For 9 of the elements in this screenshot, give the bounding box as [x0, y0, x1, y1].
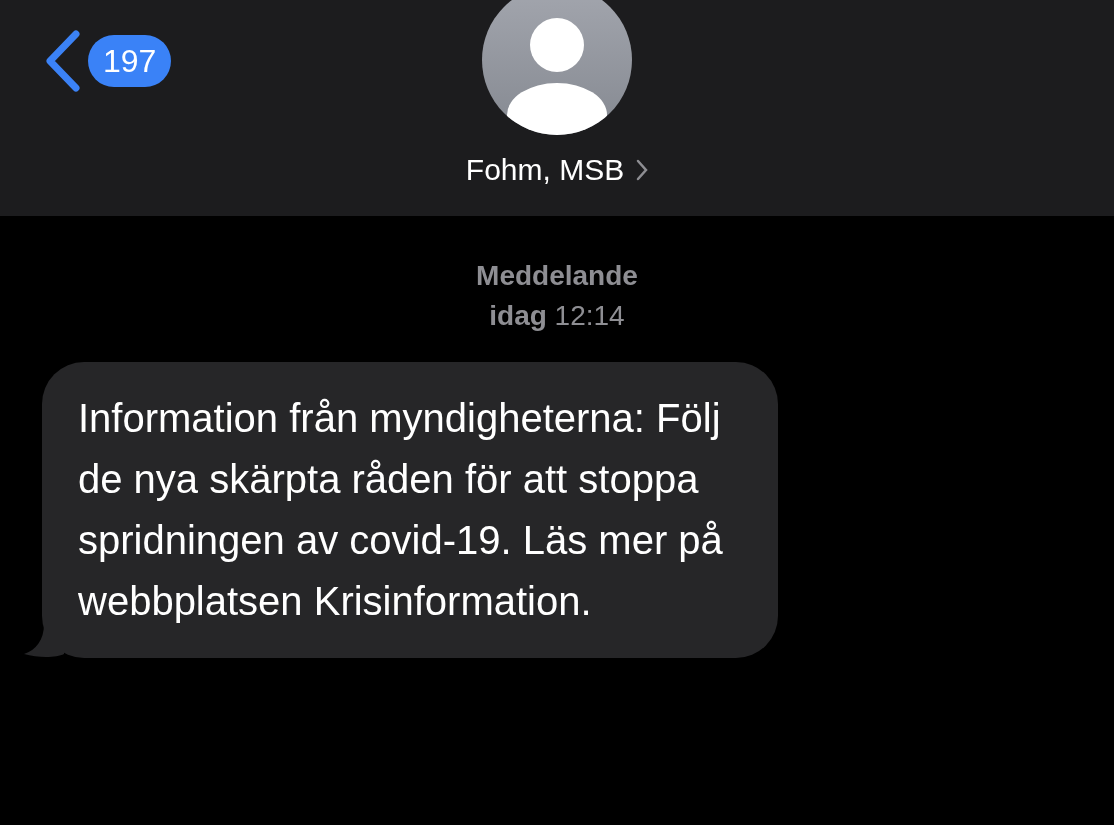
message-bubble: Information från myndigheterna: Följ de nya skärpta råden för att stoppa spridningen av covid-19. Läs mer på webbplatsen Krisinformation.: [42, 362, 778, 658]
service-label: Meddelande: [476, 259, 638, 293]
avatar-icon[interactable]: [482, 0, 632, 135]
bubble-tail-icon: [24, 624, 64, 658]
back-button[interactable]: 197: [42, 30, 172, 92]
message-timestamp: idag 12:14: [489, 299, 625, 333]
unread-count-badge: 197: [88, 35, 172, 87]
contact-name[interactable]: Fohm, MSB: [465, 147, 649, 192]
chevron-right-icon: [636, 158, 649, 181]
